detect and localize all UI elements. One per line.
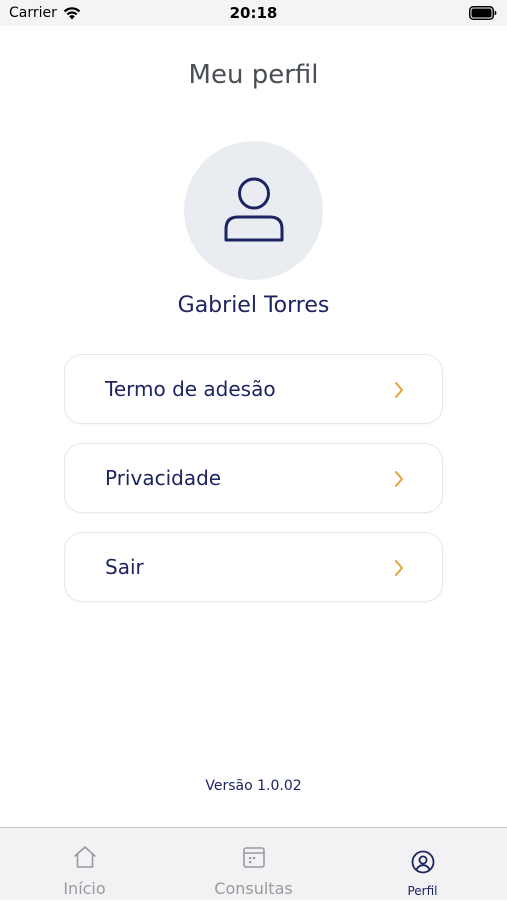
tab-label: Início <box>63 879 106 898</box>
user-name: Gabriel Torres <box>177 293 330 318</box>
tab-perfil[interactable]: Perfil <box>338 828 507 901</box>
menu-item-sair[interactable]: Sair <box>64 532 443 602</box>
tab-inicio[interactable]: Início <box>0 828 169 901</box>
battery-icon <box>469 6 497 20</box>
tab-bar: Início Consultas Perfil <box>0 827 507 900</box>
calendar-icon <box>243 847 265 868</box>
home-icon <box>74 846 96 868</box>
tab-label: Perfil <box>407 884 438 898</box>
chevron-right-icon <box>395 560 403 576</box>
menu-item-privacidade[interactable]: Privacidade <box>64 443 443 513</box>
tab-consultas[interactable]: Consultas <box>169 828 338 901</box>
menu-item-label: Privacidade <box>105 466 222 490</box>
page-title: Meu perfil <box>188 60 319 90</box>
user-icon <box>224 177 284 242</box>
tab-label: Consultas <box>214 879 293 898</box>
status-bar: Carrier 20:18 <box>0 0 507 26</box>
profile-icon <box>411 850 435 874</box>
status-time: 20:18 <box>229 4 278 22</box>
chevron-right-icon <box>395 382 403 398</box>
menu-item-label: Termo de adesão <box>105 377 276 401</box>
chevron-right-icon <box>395 471 403 487</box>
menu-item-label: Sair <box>105 555 144 579</box>
app-version: Versão 1.0.02 <box>205 778 302 794</box>
avatar <box>184 141 323 280</box>
menu-item-termo-de-adesao[interactable]: Termo de adesão <box>64 354 443 424</box>
